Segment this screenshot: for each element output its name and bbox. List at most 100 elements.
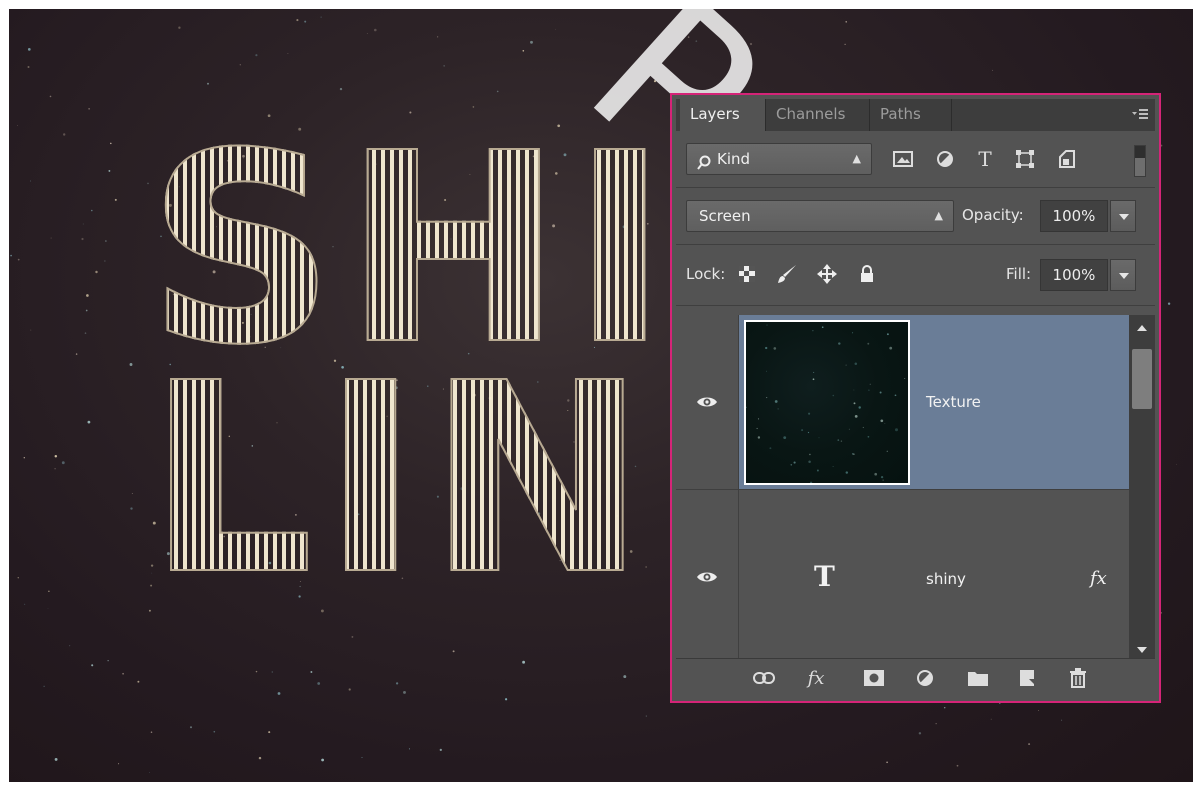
star-dot (813, 371, 815, 373)
star-dot (868, 389, 870, 392)
star-dot (437, 36, 439, 38)
star-dot (255, 670, 258, 673)
star-dot (504, 698, 508, 701)
filter-toggle-switch[interactable] (1134, 145, 1146, 177)
star-dot (812, 378, 815, 381)
layer-row-texture[interactable]: Texture (676, 315, 1129, 489)
star-dot (88, 108, 90, 110)
new-layer-icon[interactable] (1016, 666, 1040, 690)
star-dot (48, 590, 50, 592)
star-dot (793, 461, 796, 464)
star-dot (904, 377, 906, 380)
star-dot (894, 394, 897, 397)
star-dot (867, 435, 870, 438)
type-layer-icon: T (814, 560, 835, 593)
star-dot (63, 133, 66, 136)
tab-paths[interactable]: Paths (870, 99, 952, 131)
visibility-cell (676, 315, 739, 489)
star-dot (496, 90, 499, 93)
star-dot (54, 454, 58, 458)
tab-channels[interactable]: Channels (766, 99, 870, 131)
panel-tab-bar: Layers Channels Paths (676, 99, 1155, 131)
fill-input[interactable]: 100% (1040, 259, 1108, 291)
star-dot (114, 198, 117, 201)
star-dot (149, 771, 150, 773)
star-dot (255, 54, 258, 57)
star-dot (395, 682, 399, 685)
star-dot (54, 757, 58, 761)
link-layers-icon[interactable] (752, 666, 776, 690)
star-dot (91, 664, 94, 667)
opacity-input[interactable]: 100% (1040, 200, 1108, 232)
new-group-folder-icon[interactable] (966, 666, 990, 690)
lock-image-pixels-brush-icon[interactable] (774, 261, 800, 287)
star-dot (845, 364, 847, 366)
panel-menu-icon[interactable] (1131, 106, 1149, 122)
scroll-up-arrow[interactable] (1137, 325, 1147, 331)
lock-transparent-pixels-icon[interactable] (734, 261, 760, 287)
layer-name-texture[interactable]: Texture (926, 393, 981, 411)
star-dot (862, 426, 864, 429)
fill-dropdown-arrow[interactable] (1110, 259, 1136, 291)
blend-mode-value: Screen (699, 207, 751, 225)
layers-list: Texture T shiny fx (676, 315, 1129, 663)
smart-object-filter-icon[interactable] (1054, 146, 1080, 172)
shape-filter-icon[interactable] (1012, 146, 1038, 172)
star-dot (82, 223, 84, 225)
blend-mode-dropdown[interactable]: Screen ▲ (686, 200, 954, 232)
star-dot (645, 715, 647, 717)
layer-row-shiny[interactable]: T shiny fx (676, 489, 1129, 663)
star-dot (439, 748, 442, 752)
scrollbar-thumb[interactable] (1132, 349, 1152, 409)
star-dot (808, 460, 811, 464)
lock-position-move-icon[interactable] (814, 261, 840, 287)
star-dot (27, 66, 30, 68)
add-layer-style-fx-icon[interactable]: fx (804, 666, 828, 690)
eye-visibility-icon[interactable] (696, 395, 718, 409)
star-dot (1028, 743, 1031, 746)
star-dot (30, 329, 32, 331)
star-dot (918, 732, 922, 735)
star-dot (766, 324, 768, 326)
star-dot (85, 309, 88, 312)
star-dot (809, 453, 811, 456)
star-dot (769, 447, 772, 450)
star-dot (258, 756, 262, 760)
star-dot (816, 469, 819, 472)
star-dot (867, 342, 870, 345)
image-filter-icon[interactable] (890, 146, 916, 172)
star-dot (374, 28, 377, 32)
lock-all-icon[interactable] (854, 261, 880, 287)
star-dot (1167, 302, 1171, 305)
layers-scrollbar[interactable] (1129, 315, 1155, 663)
star-dot (889, 346, 893, 350)
star-dot (790, 463, 793, 466)
star-dot (884, 422, 886, 424)
type-filter-icon[interactable]: T (972, 146, 998, 172)
new-fill-adjustment-layer-icon[interactable] (914, 666, 938, 690)
add-mask-icon[interactable] (862, 666, 886, 690)
star-dot (321, 758, 324, 762)
filter-kind-dropdown[interactable]: Kind ▲ (686, 143, 872, 175)
delete-layer-trash-icon[interactable] (1066, 666, 1090, 690)
star-dot (773, 347, 777, 350)
star-dot (213, 730, 216, 733)
star-dot (239, 64, 241, 66)
star-dot (1061, 719, 1063, 721)
eye-visibility-icon[interactable] (696, 570, 718, 584)
star-dot (361, 756, 363, 759)
star-dot (129, 363, 133, 366)
fill-label: Fill: (1006, 265, 1032, 283)
layer-name-shiny[interactable]: shiny (926, 570, 966, 588)
scroll-down-arrow[interactable] (1137, 647, 1147, 653)
star-dot (452, 650, 455, 653)
star-dot (935, 723, 937, 725)
star-dot (131, 493, 133, 495)
tab-layers[interactable]: Layers (680, 99, 766, 131)
star-dot (61, 461, 65, 465)
opacity-dropdown-arrow[interactable] (1110, 200, 1136, 232)
layer-effects-fx-icon[interactable]: fx (1090, 568, 1107, 589)
adjustment-filter-icon[interactable] (932, 146, 958, 172)
star-dot (844, 43, 846, 46)
star-dot (304, 20, 307, 23)
